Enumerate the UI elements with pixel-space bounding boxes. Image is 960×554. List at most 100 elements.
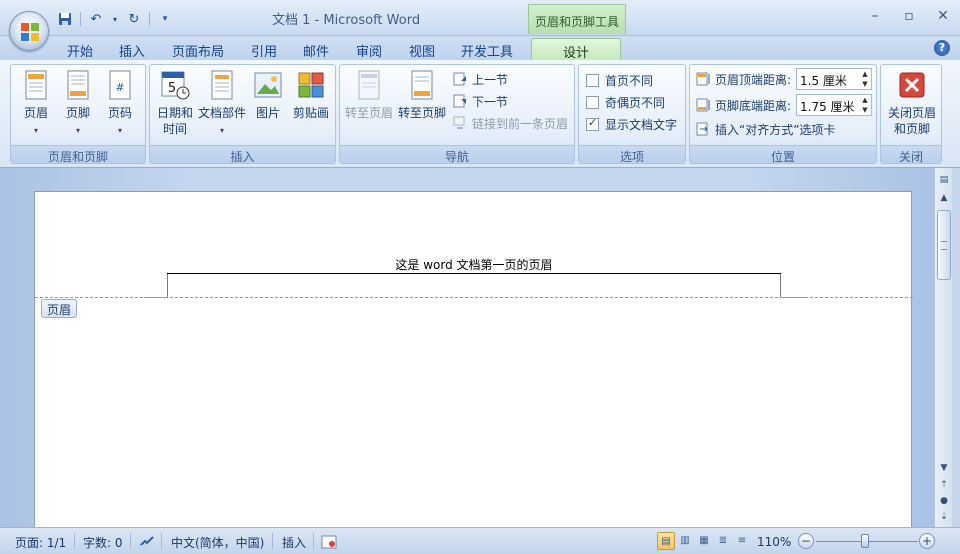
insert-mode[interactable]: 插入: [282, 532, 306, 552]
header-button[interactable]: 页眉 ▾: [15, 69, 57, 139]
previous-section-icon: [453, 72, 466, 86]
show-document-text-checkbox[interactable]: [586, 116, 599, 131]
date-time-button[interactable]: 5 日期和 时间: [153, 69, 197, 137]
window-title: 文档 1 - Microsoft Word: [272, 13, 421, 28]
language-indicator[interactable]: 中文(简体，中国): [171, 532, 264, 552]
zoom-level[interactable]: 110%: [757, 532, 791, 552]
picture-button[interactable]: 图片: [248, 69, 288, 121]
vertical-scrollbar[interactable]: ▤ ▲ ▼ ⇡ ● ⇣: [934, 168, 952, 527]
select-browse-object-icon[interactable]: ●: [936, 493, 952, 509]
different-odd-even-option[interactable]: 奇偶页不同: [586, 92, 665, 112]
header-distance-icon: [696, 72, 710, 86]
previous-page-icon[interactable]: ⇡: [936, 477, 952, 493]
tab-page-layout[interactable]: 页面布局: [164, 38, 232, 60]
header-top-distance-label: 页眉顶端距离:: [715, 72, 792, 87]
goto-header-button[interactable]: 转至页眉: [344, 69, 394, 121]
undo-dropdown-icon[interactable]: ▾: [111, 10, 119, 28]
maximize-icon[interactable]: ▫: [892, 4, 926, 28]
close-header-footer-button[interactable]: 关闭页眉 和页脚: [885, 69, 939, 137]
spin-arrows-icon[interactable]: ▲ ▼: [859, 69, 871, 89]
group-label-navigation: 导航: [340, 145, 574, 164]
title-bar: ↶ ▾ ↻ ▾ 文档 1 - Microsoft Word 页眉和页脚工具 – …: [0, 0, 960, 36]
web-layout-view-icon[interactable]: ▦: [695, 532, 713, 550]
undo-icon[interactable]: ↶: [87, 10, 105, 28]
outline-view-icon[interactable]: ≣: [714, 532, 732, 550]
tab-insert[interactable]: 插入: [110, 38, 154, 60]
header-button-label: 页眉: [23, 106, 48, 120]
tab-developer[interactable]: 开发工具: [453, 38, 521, 60]
page-number-button[interactable]: # 页码 ▾: [99, 69, 141, 139]
svg-text:#: #: [115, 81, 124, 94]
different-first-page-option[interactable]: 首页不同: [586, 70, 653, 90]
ruler-toggle-icon[interactable]: ▤: [936, 172, 952, 188]
picture-icon: [254, 72, 282, 98]
clipart-icon: [298, 72, 324, 98]
insert-alignment-tab-button[interactable]: 插入“对齐方式”选项卡: [695, 119, 835, 139]
tab-mailings[interactable]: 邮件: [294, 38, 338, 60]
clipart-button[interactable]: 剪贴画: [289, 69, 333, 121]
page-number-button-label: 页码: [107, 106, 132, 120]
quick-parts-button[interactable]: 文档部件 ▾: [197, 69, 247, 139]
picture-label: 图片: [255, 106, 280, 120]
different-first-page-checkbox[interactable]: [586, 73, 599, 87]
calendar-clock-icon: 5: [161, 71, 190, 100]
tab-design[interactable]: 设计: [531, 38, 621, 61]
previous-section-label: 上一节: [472, 72, 509, 87]
full-screen-reading-view-icon[interactable]: ▥: [676, 532, 694, 550]
dropdown-arrow-icon: ▾: [33, 126, 38, 135]
ribbon: 页眉 ▾ 页脚 ▾ # 页码 ▾ 页眉和页脚 5 日期和 时间 文档部件 ▾ 图片 剪贴画: [0, 60, 960, 168]
goto-footer-button[interactable]: 转至页脚: [396, 69, 448, 121]
next-section-button[interactable]: 下一节: [452, 91, 508, 111]
different-odd-even-checkbox[interactable]: [586, 95, 599, 109]
group-header-footer: 页眉 ▾ 页脚 ▾ # 页码 ▾ 页眉和页脚: [10, 64, 146, 164]
different-odd-even-label: 奇偶页不同: [605, 95, 666, 110]
group-options: 首页不同 奇偶页不同 显示文档文字 选项: [578, 64, 686, 164]
draft-view-icon[interactable]: ≡: [733, 532, 751, 550]
header-top-distance-input[interactable]: 1.5 厘米 ▲ ▼: [796, 68, 872, 90]
tab-home[interactable]: 开始: [58, 38, 102, 60]
help-icon[interactable]: ?: [934, 40, 950, 56]
macro-record-icon[interactable]: [321, 532, 337, 552]
goto-footer-icon: [411, 70, 433, 100]
scroll-down-icon[interactable]: ▼: [936, 460, 952, 476]
header-top-distance-value: 1.5 厘米: [800, 74, 847, 88]
header-content-text[interactable]: 这是 word 文档第一页的页眉: [35, 256, 913, 273]
scroll-up-icon[interactable]: ▲: [936, 190, 952, 206]
tab-references[interactable]: 引用: [242, 38, 286, 60]
separator: [80, 12, 81, 26]
page-count[interactable]: 页面: 1/1: [15, 532, 66, 552]
goto-header-label: 转至页眉: [344, 106, 393, 120]
tab-view[interactable]: 视图: [400, 38, 444, 60]
zoom-slider-thumb[interactable]: [861, 534, 869, 548]
document-page[interactable]: 这是 word 文档第一页的页眉 页眉: [34, 191, 913, 531]
footer-bottom-distance-input[interactable]: 1.75 厘米 ▲ ▼: [796, 94, 872, 116]
document-area: 这是 word 文档第一页的页眉 页眉: [0, 168, 934, 531]
zoom-in-icon[interactable]: +: [919, 533, 935, 549]
close-icon[interactable]: ✕: [926, 4, 960, 28]
next-page-icon[interactable]: ⇣: [936, 509, 952, 525]
different-first-page-label: 首页不同: [605, 73, 654, 88]
proofing-icon[interactable]: [138, 532, 156, 552]
date-time-label-1: 日期和: [156, 106, 193, 120]
minimize-icon[interactable]: –: [858, 4, 892, 28]
scroll-thumb[interactable]: [937, 210, 951, 280]
office-button[interactable]: [9, 11, 49, 51]
previous-section-button[interactable]: 上一节: [452, 69, 508, 89]
spin-arrows-icon[interactable]: ▲ ▼: [859, 95, 871, 115]
tab-review[interactable]: 审阅: [347, 38, 391, 60]
group-label-close: 关闭: [881, 145, 941, 164]
footer-button[interactable]: 页脚 ▾: [57, 69, 99, 139]
show-document-text-option[interactable]: 显示文档文字: [586, 114, 677, 134]
group-label-insert: 插入: [150, 145, 335, 164]
print-layout-view-icon[interactable]: ▤: [657, 532, 675, 550]
redo-icon[interactable]: ↻: [125, 10, 143, 28]
save-icon[interactable]: [56, 10, 74, 28]
customize-icon[interactable]: ▾: [156, 10, 174, 28]
link-to-previous-button[interactable]: 链接到前一条页眉: [452, 113, 568, 133]
word-count[interactable]: 字数: 0: [83, 532, 123, 552]
svg-text:5: 5: [168, 81, 176, 96]
quick-parts-label: 文档部件: [197, 106, 246, 120]
close-header-footer-label-1: 关闭页眉: [887, 106, 936, 120]
zoom-out-icon[interactable]: −: [798, 533, 814, 549]
separator: [161, 533, 162, 549]
